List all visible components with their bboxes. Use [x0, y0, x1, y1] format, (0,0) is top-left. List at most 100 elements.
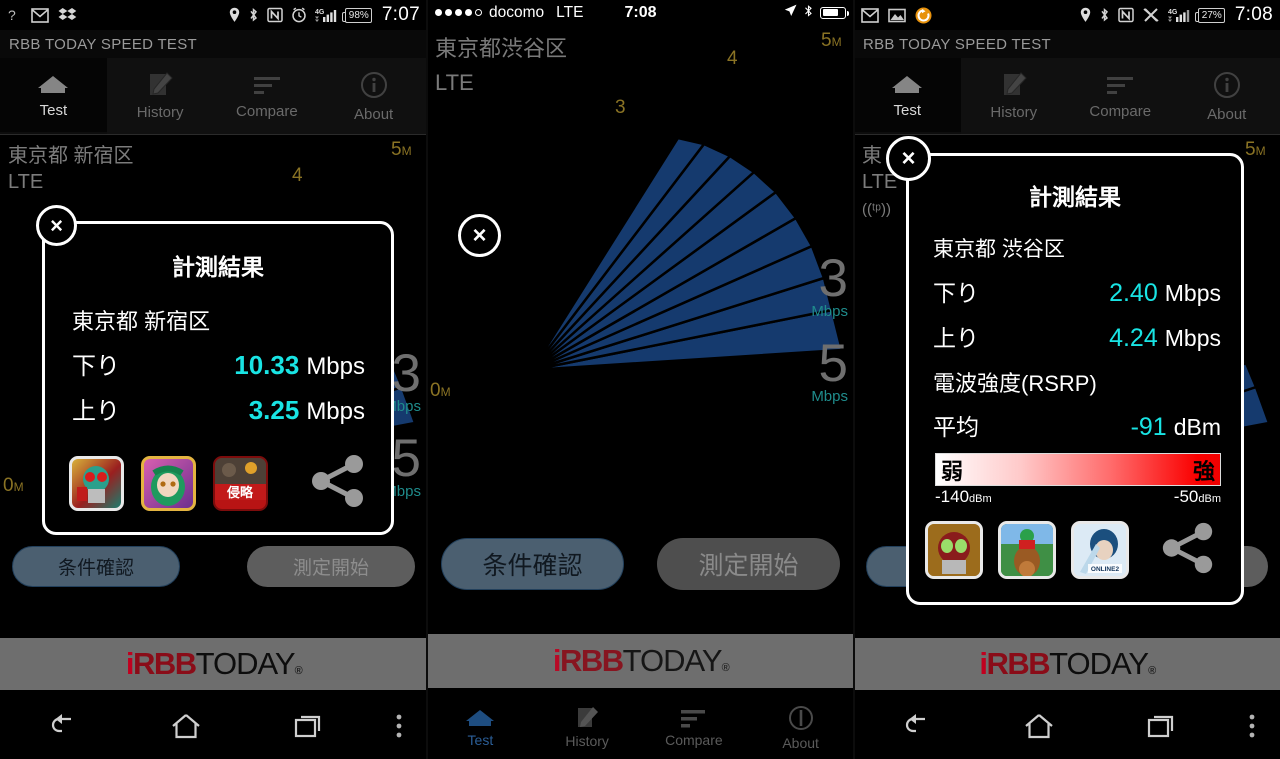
ad-icon-2[interactable]	[141, 456, 196, 511]
ad-icon-3[interactable]: 侵略	[213, 456, 268, 511]
signal-4g-icon: 4G	[314, 7, 337, 23]
bluetooth-icon	[804, 4, 813, 22]
upload-value: 3.25	[248, 395, 300, 425]
tab-compare[interactable]: Compare	[641, 696, 748, 759]
upload-value: 4.24	[1109, 324, 1158, 352]
tab-test[interactable]: Test	[0, 58, 107, 134]
download-unit: Mbps	[1164, 280, 1221, 306]
svg-text:4G: 4G	[315, 9, 325, 16]
tab-history[interactable]: History	[534, 696, 641, 759]
location-arrow-icon	[784, 4, 797, 21]
rbb-today-banner[interactable]: i RBB TODAY ®	[427, 634, 854, 688]
gauge-tick-3: 3	[615, 97, 626, 118]
rsrp-average-label: 平均	[933, 414, 979, 440]
panel-divider-1	[426, 0, 428, 759]
app-title: RBB TODAY SPEED TEST	[0, 30, 427, 58]
close-dialog-button[interactable]: ×	[458, 214, 501, 257]
bluetooth-icon	[248, 7, 259, 23]
dropbox-icon	[58, 7, 77, 23]
android-nav-bar	[0, 693, 427, 759]
download-label: 下り	[72, 353, 120, 380]
battery-icon	[820, 6, 849, 19]
help-icon: ?	[7, 7, 22, 23]
ad-icon-2[interactable]	[998, 521, 1056, 579]
action-button-row: 条件確認 測定開始	[0, 546, 427, 587]
close-dialog-button[interactable]: ×	[886, 136, 931, 181]
tab-bar: Test History Compare About	[0, 58, 427, 135]
conditions-button[interactable]: 条件確認	[12, 546, 180, 587]
gauge-readout-download: 3 Mbps	[811, 249, 848, 320]
gauge-readout-upload: 5 Mbps	[811, 334, 848, 405]
banner-i: i	[979, 646, 988, 681]
ad-icon-1[interactable]	[925, 521, 983, 579]
nav-overflow-menu-icon[interactable]	[371, 713, 427, 739]
nav-recents-button[interactable]	[247, 712, 371, 740]
tab-compare[interactable]: Compare	[1067, 58, 1174, 134]
panel-android-shibuya-rsrp: 4G 27% 7:08 RBB TODAY SPEED TEST Test Hi…	[854, 0, 1280, 759]
nav-home-button[interactable]	[977, 712, 1100, 740]
upload-label: 上り	[933, 325, 979, 351]
result-dialog: 計測結果 東京都 新宿区 下り 10.33 Mbps 上り 3.25 Mbps	[42, 221, 394, 535]
ad-icon-3[interactable]: ONLINE2	[1071, 521, 1129, 579]
upload-label: 上り	[72, 398, 120, 425]
start-measure-button[interactable]: 測定開始	[247, 546, 415, 587]
nav-home-button[interactable]	[124, 712, 248, 740]
tab-compare[interactable]: Compare	[213, 58, 321, 134]
rsrp-scale-min: -140dBm	[935, 487, 992, 506]
tab-label: Compare	[236, 102, 298, 120]
svg-text:4G: 4G	[1168, 9, 1178, 16]
banner-reg: ®	[1148, 665, 1156, 677]
upload-row: 上り 3.25 Mbps	[72, 391, 365, 426]
tab-about[interactable]: About	[1173, 58, 1280, 134]
conditions-button[interactable]: 条件確認	[441, 538, 624, 590]
banner-today: TODAY	[195, 646, 296, 681]
share-icon[interactable]	[307, 455, 369, 512]
rsrp-scale-max: -50dBm	[1173, 487, 1221, 506]
nfc-icon	[1118, 7, 1134, 23]
android-status-bar: 4G 27% 7:08	[854, 0, 1280, 30]
dialog-title: 計測結果	[1029, 184, 1121, 210]
dialog-location: 東京都 新宿区	[72, 309, 211, 334]
bar-list-icon	[1107, 76, 1134, 94]
panel-ios-shibuya: docomo LTE 7:08 東京都渋谷区 LTE 3 4 5M 0M 3 M…	[427, 0, 854, 759]
tab-test[interactable]: Test	[854, 58, 961, 134]
rsrp-strong-label: 強	[1192, 458, 1215, 484]
rbb-today-banner[interactable]: i RBB TODAY ®	[854, 638, 1280, 690]
battery-percent-badge: 27%	[1194, 7, 1225, 23]
banner-reg: ®	[294, 665, 303, 677]
tab-label: About	[1207, 105, 1247, 123]
nfc-icon	[267, 7, 283, 23]
dialog-location: 東京都 渋谷区	[933, 238, 1065, 261]
tab-label: Compare	[1089, 102, 1152, 120]
nav-overflow-menu-icon[interactable]	[1224, 713, 1280, 739]
svg-text:侵略: 侵略	[226, 485, 254, 500]
banner-i: i	[552, 643, 562, 678]
tab-history[interactable]: History	[960, 58, 1067, 134]
action-button-row: 条件確認 測定開始	[427, 538, 854, 590]
download-value: 10.33	[234, 350, 300, 380]
tab-label: History	[136, 103, 184, 121]
nav-back-button[interactable]	[854, 712, 977, 740]
rsrp-strength-meter: 弱 強	[935, 453, 1221, 486]
start-measure-button[interactable]: 測定開始	[657, 538, 840, 590]
close-dialog-button[interactable]: ×	[36, 205, 77, 246]
gauge-tick-4: 4	[292, 165, 303, 186]
nav-back-button[interactable]	[0, 712, 124, 740]
gauge-tick-5m: 5M	[1245, 139, 1266, 160]
rbb-today-banner[interactable]: i RBB TODAY ®	[0, 638, 427, 690]
gmail-icon	[31, 7, 49, 23]
nav-recents-button[interactable]	[1101, 712, 1224, 740]
tab-about[interactable]: About	[747, 696, 854, 759]
tab-test[interactable]: Test	[427, 696, 534, 759]
tab-about[interactable]: About	[320, 58, 427, 134]
gauge-tick-4: 4	[727, 48, 738, 69]
bar-list-icon	[680, 710, 705, 728]
status-time: 7:08	[1234, 4, 1273, 25]
tab-history[interactable]: History	[106, 58, 214, 134]
ad-icon-1[interactable]	[69, 456, 124, 511]
android-status-bar: ? 4G 98% 7:07	[0, 0, 427, 30]
svg-text:?: ?	[8, 7, 16, 23]
tab-label: Test	[893, 101, 921, 119]
banner-today: TODAY	[622, 643, 723, 678]
share-icon[interactable]	[1158, 522, 1218, 579]
